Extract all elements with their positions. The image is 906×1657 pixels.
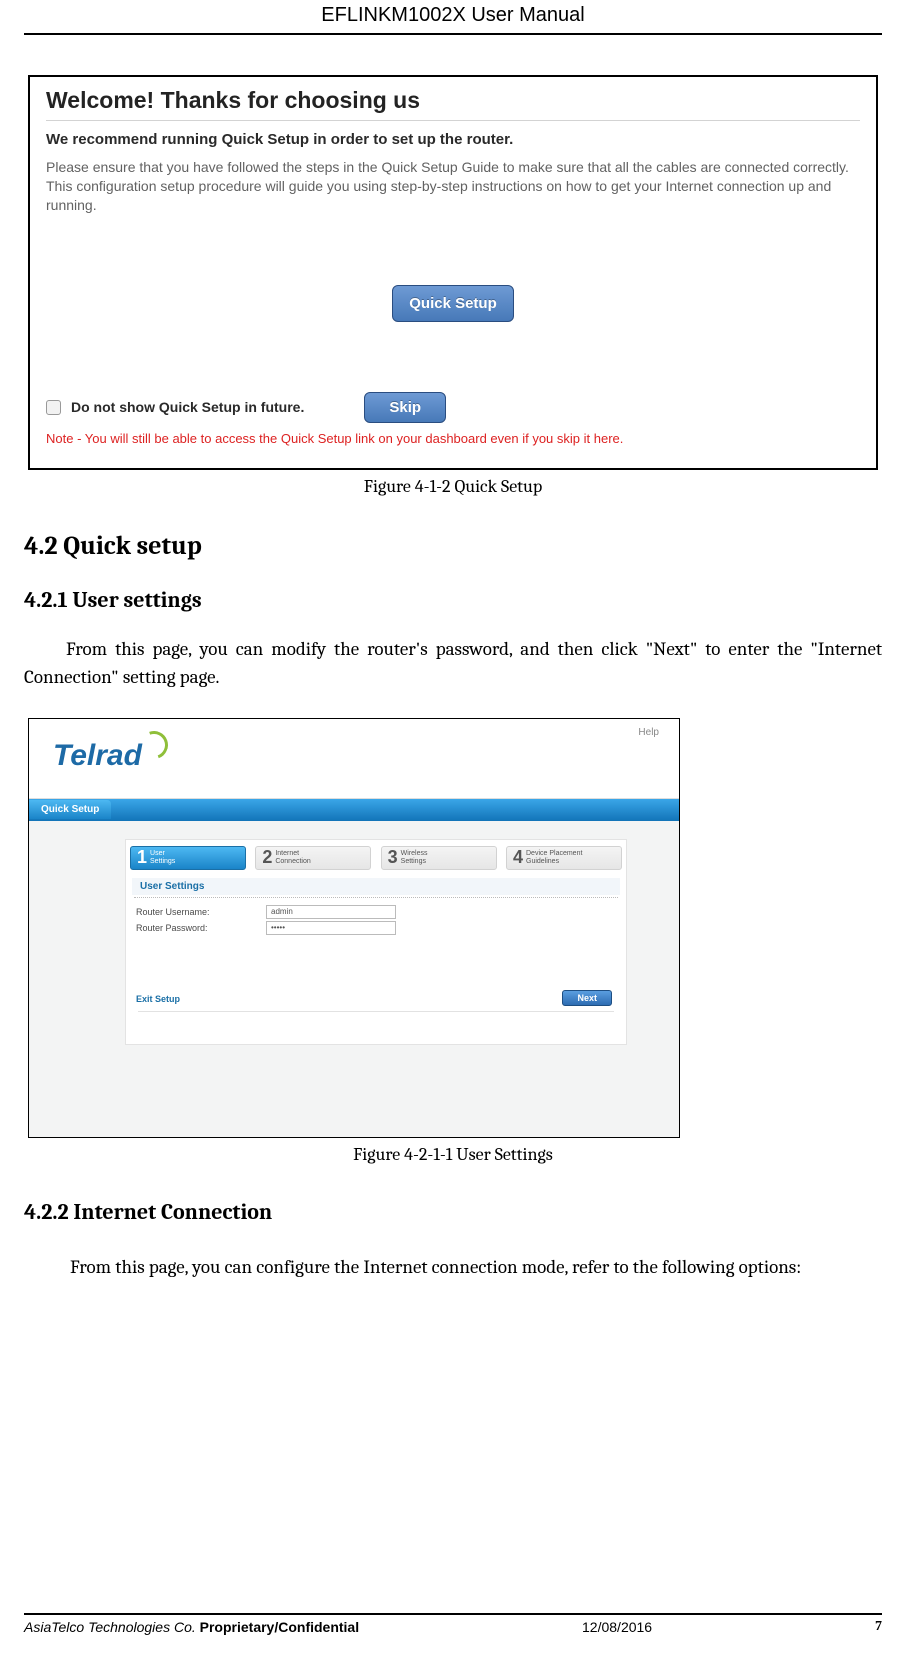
figure-caption-2: Figure 4-2-1-1 User Settings: [24, 1144, 882, 1165]
wizard-step-1[interactable]: 1 UserSettings: [130, 846, 246, 870]
wizard-step-3[interactable]: 3 WirelessSettings: [381, 846, 497, 870]
step-label: InternetConnection: [275, 850, 310, 865]
panel-divider: [138, 1011, 614, 1012]
exit-setup-link[interactable]: Exit Setup: [136, 994, 180, 1004]
quick-setup-button[interactable]: Quick Setup: [392, 285, 514, 322]
router-password-input[interactable]: •••••: [266, 921, 396, 935]
router-username-input[interactable]: admin: [266, 905, 396, 919]
step-label: Device PlacementGuidelines: [526, 850, 582, 865]
instruction-text: Please ensure that you have followed the…: [46, 158, 860, 215]
figure-quick-setup-welcome: Welcome! Thanks for choosing us We recom…: [28, 75, 878, 470]
wizard-step-4[interactable]: 4 Device PlacementGuidelines: [506, 846, 622, 870]
nav-tab-bar: Quick Setup: [29, 799, 679, 821]
para-4-2-2: From this page, you can configure the In…: [42, 1247, 882, 1289]
dotted-divider: [134, 897, 618, 898]
figure-user-settings: Help Telrad Quick Setup 1 UserSettings 2…: [28, 718, 680, 1138]
hide-quick-setup-label: Do not show Quick Setup in future.: [71, 399, 304, 415]
page-number: 7: [875, 1619, 882, 1635]
footer-left: AsiaTelco Technologies Co. Proprietary/C…: [24, 1619, 359, 1635]
next-button[interactable]: Next: [562, 990, 612, 1006]
skip-button[interactable]: Skip: [364, 392, 446, 423]
divider: [46, 120, 860, 121]
step-number: 1: [137, 847, 147, 868]
step-label: WirelessSettings: [401, 850, 428, 865]
step-number: 4: [513, 847, 523, 868]
tab-quick-setup[interactable]: Quick Setup: [29, 800, 111, 819]
section-4-2-1: 4.2.1 User settings: [24, 587, 882, 613]
logo-text: Telrad: [53, 739, 142, 772]
wizard-panel: 1 UserSettings 2 InternetConnection 3 Wi…: [125, 839, 627, 1045]
router-username-label: Router Username:: [136, 907, 266, 917]
router-password-row: Router Password: •••••: [126, 920, 626, 936]
welcome-heading: Welcome! Thanks for choosing us: [46, 87, 860, 114]
wizard-steps: 1 UserSettings 2 InternetConnection 3 Wi…: [126, 844, 626, 876]
header-title: EFLINKM1002X User Manual: [321, 4, 584, 26]
page-header: EFLINKM1002X User Manual: [24, 0, 882, 35]
router-password-label: Router Password:: [136, 923, 266, 933]
footer-company: AsiaTelco Technologies Co.: [24, 1619, 196, 1635]
section-4-2: 4.2 Quick setup: [24, 531, 882, 561]
skip-note: Note - You will still be able to access …: [46, 431, 860, 446]
hide-quick-setup-checkbox[interactable]: [46, 400, 61, 415]
telrad-logo: Telrad: [53, 739, 170, 773]
router-username-row: Router Username: admin: [126, 904, 626, 920]
step-number: 3: [388, 847, 398, 868]
step-label: UserSettings: [150, 850, 175, 865]
page-footer: AsiaTelco Technologies Co. Proprietary/C…: [24, 1613, 882, 1635]
footer-confidential: Proprietary/Confidential: [196, 1619, 359, 1635]
help-link[interactable]: Help: [638, 727, 659, 738]
recommend-text: We recommend running Quick Setup in orde…: [46, 131, 860, 148]
para-4-2-1: From this page, you can modify the route…: [24, 635, 882, 692]
step-number: 2: [262, 847, 272, 868]
footer-date: 12/08/2016: [582, 1619, 652, 1635]
user-settings-title: User Settings: [132, 878, 620, 895]
section-4-2-2: 4.2.2 Internet Connection: [24, 1199, 882, 1225]
figure-caption-1: Figure 4-1-2 Quick Setup: [24, 476, 882, 497]
wizard-step-2[interactable]: 2 InternetConnection: [255, 846, 371, 870]
